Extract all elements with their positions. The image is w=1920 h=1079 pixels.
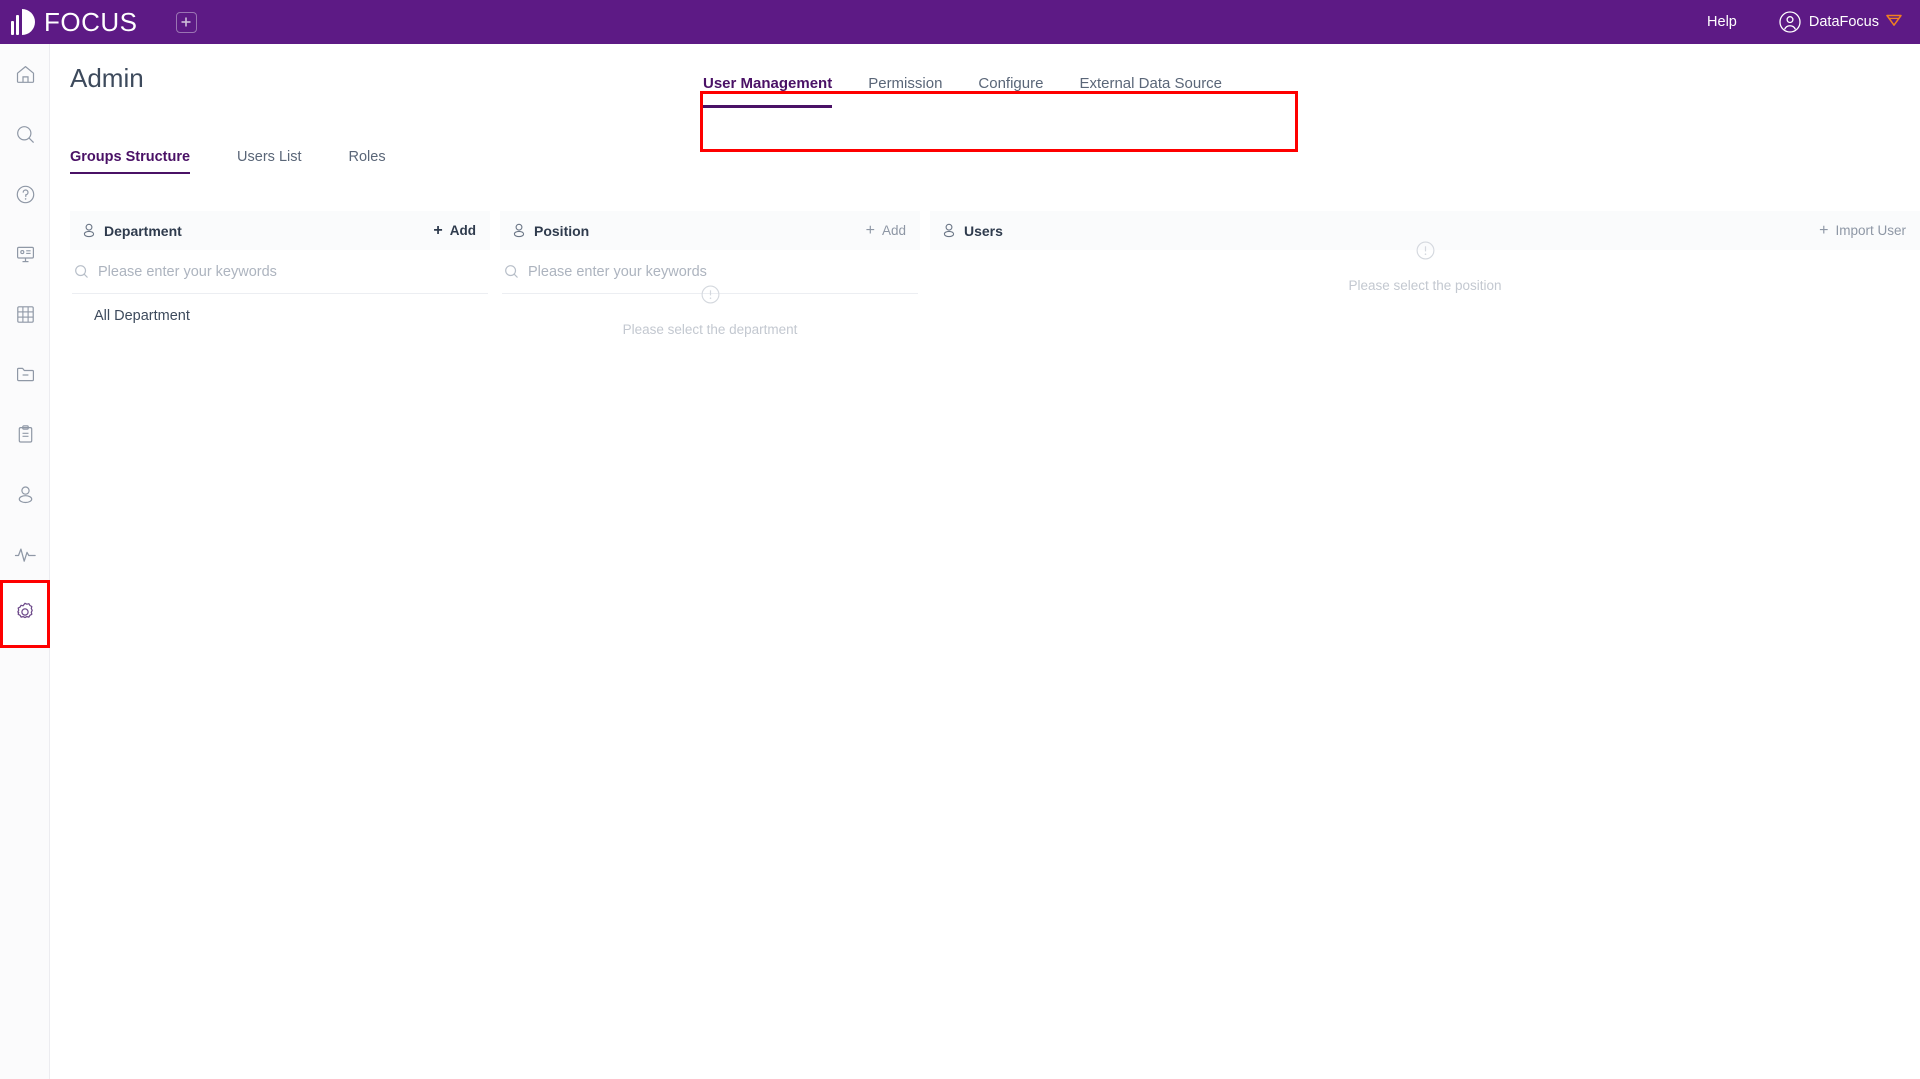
gear-icon <box>14 601 36 628</box>
user-menu[interactable]: DataFocus <box>1779 11 1902 33</box>
department-panel-header: Department + Add <box>70 211 490 250</box>
add-position-button[interactable]: + Add <box>865 221 906 239</box>
panels-container: Department + Add All Department <box>70 211 1920 1079</box>
sidebar-item-tasks[interactable] <box>0 404 50 464</box>
sidebar-item-table[interactable] <box>0 284 50 344</box>
users-panel-title: Users <box>964 222 1003 239</box>
focus-logo-icon <box>11 9 35 35</box>
sidebar-item-dashboard[interactable] <box>0 224 50 284</box>
users-empty-state: Please select the position <box>930 241 1920 293</box>
home-icon <box>15 64 36 85</box>
tab-permission[interactable]: Permission <box>868 75 942 108</box>
import-user-label: Import User <box>1835 223 1906 238</box>
grid-icon <box>15 304 36 325</box>
add-department-label: Add <box>449 223 476 238</box>
crown-icon <box>1886 13 1902 32</box>
brand-name: FOCUS <box>44 6 138 37</box>
sub-tab-bar: Groups Structure Users List Roles <box>70 149 433 174</box>
position-search-input[interactable] <box>528 263 914 280</box>
primary-tab-bar: User Management Permission Configure Ext… <box>703 50 1258 108</box>
folder-icon <box>15 364 36 385</box>
sidebar-item-resources[interactable] <box>0 344 50 404</box>
department-search-input[interactable] <box>98 263 484 280</box>
tab-roles[interactable]: Roles <box>349 149 386 174</box>
position-panel-header: Position + Add <box>500 211 920 250</box>
brand-logo[interactable]: FOCUS <box>11 7 138 38</box>
user-outline-icon <box>942 223 956 238</box>
tab-users-list[interactable]: Users List <box>237 149 301 174</box>
user-icon <box>15 484 36 505</box>
sidebar-item-admin[interactable] <box>0 580 50 648</box>
search-icon <box>15 124 36 145</box>
position-panel-title: Position <box>534 222 590 239</box>
topbar-right-group: Help DataFocus <box>1707 0 1902 44</box>
sidebar-item-home[interactable] <box>0 44 50 104</box>
sidebar-item-help[interactable] <box>0 164 50 224</box>
department-panel: Department + Add All Department <box>70 211 490 1079</box>
plus-icon: + <box>865 221 875 239</box>
position-panel: Position + Add Please enter your keyword… <box>500 211 920 1079</box>
exclamation-circle-icon <box>701 285 720 309</box>
sidebar-rail <box>0 44 50 1079</box>
search-icon <box>74 264 89 279</box>
plus-square-icon[interactable] <box>175 11 197 33</box>
user-circle-icon <box>1779 11 1801 33</box>
sidebar-item-monitor[interactable] <box>0 524 50 584</box>
department-panel-title: Department <box>104 222 182 239</box>
add-department-button[interactable]: + Add <box>433 221 476 239</box>
user-outline-icon <box>82 223 96 238</box>
department-search-row[interactable] <box>72 250 488 294</box>
import-user-button[interactable]: + Import User <box>1819 221 1906 239</box>
help-link[interactable]: Help <box>1707 14 1737 30</box>
plus-icon: + <box>433 221 443 239</box>
tab-external-data-source[interactable]: External Data Source <box>1079 75 1222 108</box>
users-panel: Users + Import User Please select the po… <box>930 211 1920 1079</box>
add-position-label: Add <box>881 223 906 238</box>
position-empty-text: Please select the department <box>622 322 798 337</box>
users-empty-text: Please select the position <box>1348 278 1502 293</box>
question-icon <box>15 184 36 205</box>
page-content: Admin User Management Permission Configu… <box>50 44 1920 1079</box>
tab-configure[interactable]: Configure <box>978 75 1043 108</box>
tab-groups-structure[interactable]: Groups Structure <box>70 149 191 174</box>
department-tree-item[interactable]: All Department <box>70 294 490 324</box>
clipboard-icon <box>15 424 36 445</box>
pulse-icon <box>14 544 37 565</box>
plus-icon: + <box>1819 221 1829 239</box>
position-empty-state: Please select the department <box>500 285 920 337</box>
sidebar-item-profile[interactable] <box>0 464 50 524</box>
sidebar-item-search[interactable] <box>0 104 50 164</box>
search-icon <box>504 264 519 279</box>
page-title: Admin <box>70 63 144 93</box>
top-bar: FOCUS Help DataFocus <box>0 0 1920 44</box>
exclamation-circle-icon <box>1416 241 1435 265</box>
user-outline-icon <box>512 223 526 238</box>
tab-user-management[interactable]: User Management <box>703 75 833 108</box>
presentation-icon <box>15 244 36 265</box>
user-name: DataFocus <box>1808 14 1879 30</box>
